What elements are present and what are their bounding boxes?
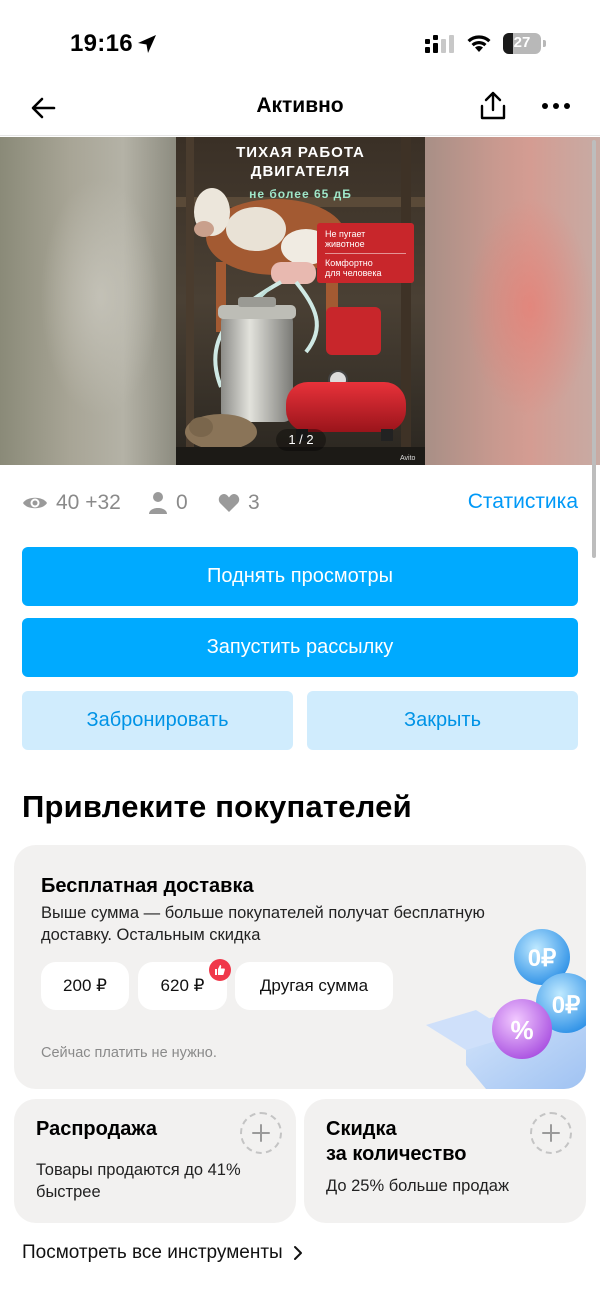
badge-line3: Комфортно bbox=[325, 258, 373, 268]
views-stat: 40 +32 bbox=[22, 488, 121, 518]
photo-page-indicator: 1 / 2 bbox=[276, 429, 326, 451]
favorites-stat: 3 bbox=[218, 488, 260, 518]
listing-photo[interactable]: ТИХАЯ РАБОТА ДВИГАТЕЛЯ не более 65 дБ Не… bbox=[176, 137, 425, 465]
sale-card[interactable]: Распродажа Товары продаются до 41% быстр… bbox=[14, 1099, 296, 1223]
favorites-count: 3 bbox=[248, 491, 260, 514]
listing-stats: 40 +32 0 3 Статистика bbox=[22, 488, 578, 518]
contacts-count: 0 bbox=[176, 491, 188, 514]
battery-indicator: 27 bbox=[503, 33, 547, 54]
add-sale-button[interactable] bbox=[240, 1112, 282, 1154]
svg-text:0₽: 0₽ bbox=[528, 945, 557, 972]
more-dots-icon[interactable] bbox=[540, 94, 572, 118]
photo-headline-line2: ДВИГАТЕЛЯ bbox=[250, 163, 351, 180]
location-arrow-icon bbox=[138, 35, 156, 53]
gallery-prev-photo-blur bbox=[0, 137, 176, 465]
top-nav-bar: Активно bbox=[0, 80, 600, 136]
section-title: Привлеките покупателей bbox=[22, 789, 412, 824]
boost-views-button[interactable]: Поднять просмотры bbox=[22, 547, 578, 606]
badge-line2: животное bbox=[325, 239, 365, 249]
photo-gallery[interactable]: ТИХАЯ РАБОТА ДВИГАТЕЛЯ не более 65 дБ Не… bbox=[0, 137, 600, 465]
quantity-discount-card[interactable]: Скидка за количество До 25% больше прода… bbox=[304, 1099, 586, 1223]
plus-icon bbox=[542, 1124, 560, 1142]
views-count: 40 +32 bbox=[56, 491, 121, 514]
all-tools-label: Посмотреть все инструменты bbox=[22, 1242, 283, 1263]
status-time: 19:16 bbox=[70, 30, 133, 57]
heart-icon bbox=[218, 494, 240, 512]
delivery-amount-chip-other[interactable]: Другая сумма bbox=[235, 962, 393, 1010]
free-delivery-card[interactable]: Бесплатная доставка Выше сумма — больше … bbox=[14, 845, 586, 1089]
scrollbar[interactable] bbox=[592, 140, 596, 558]
sale-description: Товары продаются до 41% быстрее bbox=[36, 1161, 241, 1201]
sale-title: Распродажа bbox=[36, 1118, 157, 1140]
chevron-right-icon bbox=[293, 1246, 302, 1260]
quantity-title-line1: Скидка bbox=[326, 1118, 397, 1140]
delivery-note: Сейчас платить не нужно. bbox=[41, 1045, 217, 1061]
contacts-stat: 0 bbox=[148, 488, 188, 518]
quantity-title-line2: за количество bbox=[326, 1143, 467, 1165]
eye-icon bbox=[23, 497, 47, 509]
svg-text:0₽: 0₽ bbox=[552, 992, 581, 1019]
delivery-amount-chip-200[interactable]: 200 ₽ bbox=[41, 962, 129, 1010]
thumbs-up-icon bbox=[209, 959, 231, 981]
start-mailing-button[interactable]: Запустить рассылку bbox=[22, 618, 578, 677]
wifi-icon bbox=[467, 35, 491, 52]
statistics-link[interactable]: Статистика bbox=[468, 490, 578, 514]
photo-headline-line1: ТИХАЯ РАБОТА bbox=[236, 144, 365, 161]
photo-headline: ТИХАЯ РАБОТА ДВИГАТЕЛЯ bbox=[176, 143, 425, 181]
svg-text:%: % bbox=[510, 1015, 533, 1045]
quantity-title: Скидка за количество bbox=[326, 1117, 526, 1167]
gallery-next-photo-blur bbox=[425, 137, 600, 465]
badge-line1: Не пугает bbox=[325, 229, 366, 239]
plus-icon bbox=[252, 1124, 270, 1142]
delivery-title: Бесплатная доставка bbox=[41, 875, 254, 897]
share-icon[interactable] bbox=[478, 90, 508, 122]
person-icon bbox=[149, 492, 167, 514]
page-title: Активно bbox=[256, 94, 344, 117]
delivery-box-coins-illustration: 0₽ 0₽ % bbox=[426, 929, 586, 1089]
add-quantity-discount-button[interactable] bbox=[530, 1112, 572, 1154]
cellular-signal-icon bbox=[425, 35, 454, 53]
quantity-description: До 25% больше продаж bbox=[326, 1177, 509, 1195]
photo-feature-badge: Не пугает животное Комфортно для человек… bbox=[317, 223, 414, 283]
all-tools-link[interactable]: Посмотреть все инструменты bbox=[22, 1242, 303, 1264]
badge-line4: для человека bbox=[325, 268, 382, 278]
photo-subline: не более 65 дБ bbox=[249, 187, 352, 201]
close-listing-button[interactable]: Закрыть bbox=[307, 691, 578, 750]
photo-watermark: Avito bbox=[400, 455, 416, 462]
reserve-button[interactable]: Забронировать bbox=[22, 691, 293, 750]
status-bar: 19:16 27 bbox=[0, 0, 600, 80]
battery-percent: 27 bbox=[513, 34, 531, 51]
